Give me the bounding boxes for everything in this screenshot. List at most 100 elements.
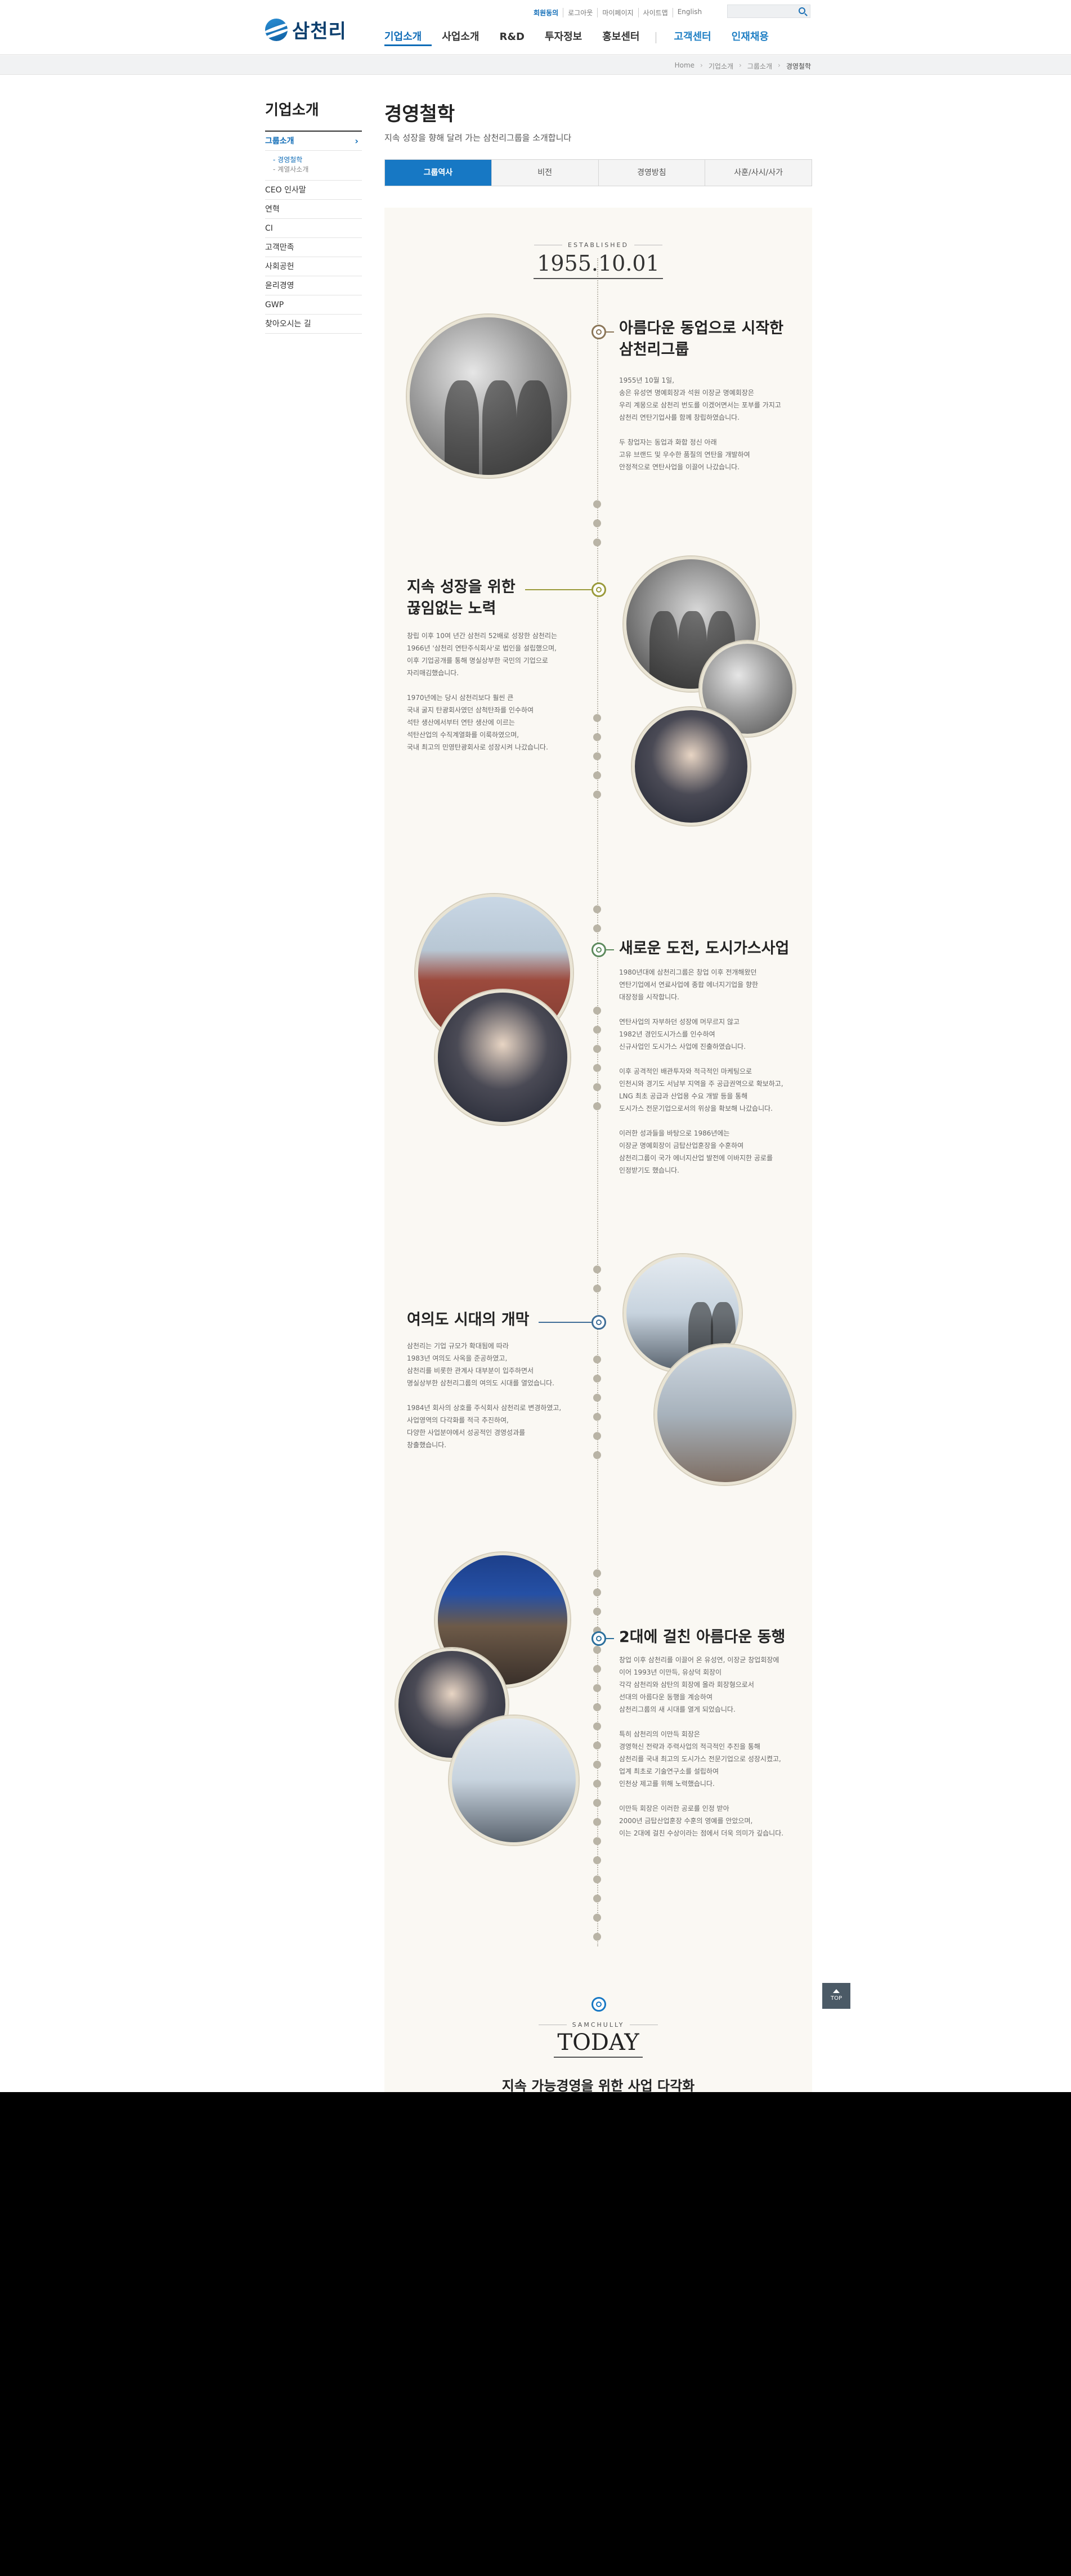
history-section-title: 여의도 시대의 개막 [407, 1311, 530, 1329]
side-nav-item-ethics[interactable]: 윤리경영 [265, 276, 362, 295]
header: 삼천리 회원동의 로그아웃 마이페이지 사이트맵 English 기업소개 사업… [0, 0, 1071, 55]
history-photo-yeouido-tower [655, 1344, 795, 1485]
side-nav-item-ceo[interactable]: CEO 인사말 [265, 181, 362, 200]
util-link-logout[interactable]: 로그아웃 [563, 8, 597, 17]
timeline-dots [593, 1569, 602, 1665]
util-link-sitemap[interactable]: 사이트맵 [638, 8, 673, 17]
gnb-item-pr[interactable]: 홍보센터 [592, 29, 649, 46]
today-label: SAMCHULLY [539, 2021, 658, 2029]
side-nav-item-history[interactable]: 연혁 [265, 200, 362, 219]
logo[interactable]: 삼천리 [265, 16, 347, 43]
history-section-body: 창립 이후 10여 년간 삼천리 52배로 성장한 삼천리는 1966년 '삼천… [407, 632, 558, 751]
photo-figure [444, 380, 480, 475]
gnb-item-business[interactable]: 사업소개 [432, 29, 489, 46]
timeline-dots [593, 714, 602, 810]
side-nav-item-ci[interactable]: CI [265, 219, 362, 238]
established-heading: ESTABLISHED 1955.10.01 [384, 237, 812, 279]
timeline-node [591, 325, 606, 339]
timeline-connector [539, 1322, 591, 1323]
history-photo-speech [632, 707, 750, 825]
tab-history[interactable]: 그룹역사 [385, 160, 491, 186]
timeline-dots [593, 905, 602, 944]
utility-links: 회원동의 로그아웃 마이페이지 사이트맵 English [529, 8, 706, 17]
timeline-dots [593, 500, 602, 558]
today-subtitle: 지속 가능경영을 위한 사업 다각화 [501, 2078, 695, 2092]
breadcrumb-home[interactable]: Home [675, 61, 694, 71]
history-section-body: 창업 이후 삼천리를 이끌어 온 유성연, 이장균 창업회장에 이어 1993년… [619, 1656, 784, 1837]
timeline-node [591, 943, 606, 957]
breadcrumb: Home › 기업소개 › 그룹소개 › 경영철학 [675, 61, 811, 71]
gnb-item-customer[interactable]: 고객센터 [664, 29, 722, 46]
scroll-top-button[interactable]: TOP [822, 1983, 850, 2009]
util-link-mypage[interactable]: 마이페이지 [597, 8, 638, 17]
history-photo-founders [407, 315, 570, 478]
timeline-node [591, 1315, 606, 1330]
timeline-end-node [591, 1997, 606, 2012]
page-title: 경영철학 [384, 103, 455, 125]
side-nav-sub-philosophy[interactable]: - 경영철학 [273, 155, 362, 165]
timeline-connector [606, 1638, 614, 1639]
history-section-title: 2대에 걸친 아름다운 동행 [619, 1628, 786, 1646]
history-photo-facility [449, 1716, 579, 1845]
breadcrumb-company[interactable]: 기업소개 [709, 61, 733, 71]
breadcrumb-chevron-icon: › [739, 61, 742, 69]
chevron-right-icon: › [355, 136, 359, 146]
side-nav: 기업소개 그룹소개 › - 경영철학 - 계열사소개 CEO 인사말 연혁 CI … [265, 98, 362, 334]
photo-figure [482, 380, 517, 475]
history-section-body: 1955년 10월 1일, 송은 유성연 명예회장과 석원 이장균 명예회장은 … [619, 376, 781, 471]
side-nav-item-location[interactable]: 찾아오시는 길 [265, 315, 362, 334]
gnb-item-rnd[interactable]: R&D [490, 29, 535, 46]
timeline-dots [593, 1007, 602, 1121]
history-timeline: ESTABLISHED 1955.10.01 아름다운 동업으로 시작한 삼천리… [384, 208, 812, 2092]
breadcrumb-bar: Home › 기업소개 › 그룹소개 › 경영철학 [0, 56, 1071, 75]
side-nav-item-social[interactable]: 사회공헌 [265, 257, 362, 276]
history-section-title: 지속 성장을 위한 끊임없는 노력 [407, 578, 516, 617]
timeline-dots [593, 1665, 602, 1952]
page-description: 지속 성장을 향해 달려 가는 삼천리그룹을 소개합니다 [384, 133, 572, 143]
side-nav-sub-label: 계열사소개 [277, 165, 309, 173]
timeline-dots [593, 1356, 602, 1470]
gnb-item-recruit[interactable]: 인재채용 [722, 29, 779, 46]
gnb-item-company[interactable]: 기업소개 [384, 29, 432, 46]
search-input[interactable] [727, 5, 810, 18]
logo-mark-icon [265, 18, 288, 41]
tab-bar: 그룹역사 비전 경영방침 사훈/사시/사가 [384, 159, 812, 186]
util-link-english[interactable]: English [672, 8, 706, 17]
photo-figure [517, 380, 552, 475]
timeline-node [591, 1631, 606, 1646]
side-nav-sub-label: 경영철학 [277, 156, 303, 164]
tab-vision[interactable]: 비전 [491, 160, 598, 186]
breadcrumb-chevron-icon: › [778, 61, 781, 69]
established-date: 1955.10.01 [534, 250, 663, 279]
timeline-connector [525, 589, 591, 590]
gnb-item-investor[interactable]: 투자정보 [535, 29, 592, 46]
timeline-connector [606, 949, 614, 950]
breadcrumb-group[interactable]: 그룹소개 [747, 61, 772, 71]
history-photo-award [435, 990, 570, 1125]
content: 경영철학 지속 성장을 향해 달려 가는 삼천리그룹을 소개합니다 그룹역사 비… [384, 98, 812, 186]
photo-figure [649, 611, 678, 689]
side-nav-item-customer[interactable]: 고객만족 [265, 238, 362, 257]
today-heading: SAMCHULLY TODAY 지속 가능경영을 위한 사업 다각화 [384, 2017, 812, 2092]
logo-text: 삼천리 [292, 20, 347, 43]
side-nav-sub-affiliates[interactable]: - 계열사소개 [273, 165, 362, 174]
history-section-title: 새로운 도전, 도시가스사업 [619, 940, 790, 957]
scroll-top-label: TOP [830, 1995, 842, 2001]
breadcrumb-chevron-icon: › [700, 61, 703, 69]
timeline-connector [606, 331, 614, 333]
search-icon[interactable] [799, 7, 805, 14]
timeline-dots [593, 1265, 602, 1304]
global-nav: 기업소개 사업소개 R&D 투자정보 홍보센터 고객센터 인재채용 [384, 29, 779, 46]
tab-policy[interactable]: 경영방침 [598, 160, 705, 186]
page: 삼천리 회원동의 로그아웃 마이페이지 사이트맵 English 기업소개 사업… [0, 0, 1071, 2092]
history-section-title: 아름다운 동업으로 시작한 삼천리그룹 [619, 320, 784, 358]
side-nav-item-label: 그룹소개 [265, 137, 294, 146]
today-title: TODAY [554, 2030, 643, 2058]
side-nav-item-group[interactable]: 그룹소개 › [265, 132, 362, 151]
timeline-node [591, 582, 606, 597]
util-link-consent[interactable]: 회원동의 [529, 8, 563, 17]
side-nav-title: 기업소개 [265, 98, 362, 132]
established-label: ESTABLISHED [534, 241, 662, 249]
side-nav-item-gwp[interactable]: GWP [265, 295, 362, 315]
tab-motto[interactable]: 사훈/사시/사가 [705, 160, 812, 186]
